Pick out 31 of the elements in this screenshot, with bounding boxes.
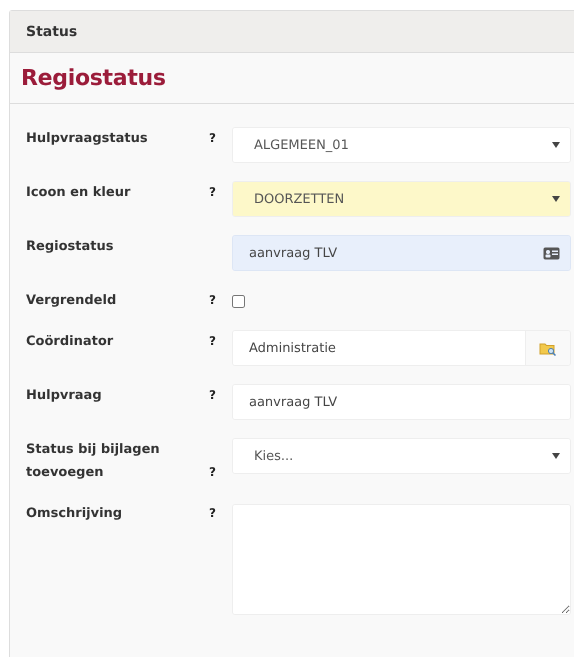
select-field[interactable]: Kies...	[232, 438, 571, 474]
input-field[interactable]: aanvraag TLV	[232, 384, 571, 420]
field-label: Vergrendeld	[26, 292, 116, 310]
checkbox[interactable]	[232, 295, 245, 308]
field-label: Regiostatus	[26, 238, 114, 256]
help-mark[interactable]: ?	[209, 289, 216, 312]
field-label: Hulpvraagstatus	[26, 130, 148, 148]
help-mark[interactable]: ?	[209, 461, 216, 484]
select-field[interactable]: ALGEMEEN_01	[232, 127, 571, 163]
select-field[interactable]: DOORZETTEN	[232, 181, 571, 217]
input-field[interactable]: Administratie	[232, 330, 525, 366]
field-label: Icoon en kleur	[26, 184, 130, 202]
field-label: Omschrijving	[26, 505, 122, 523]
help-mark[interactable]: ?	[209, 384, 216, 407]
folder-search-icon	[539, 340, 557, 356]
field-label: Coördinator	[26, 333, 114, 351]
help-mark[interactable]: ?	[209, 127, 216, 150]
field-label: Hulpvraag	[26, 387, 102, 405]
help-mark[interactable]: ?	[209, 330, 216, 353]
id-card-icon	[543, 246, 560, 260]
lookup-button[interactable]	[525, 330, 571, 366]
panel-title: Status	[26, 24, 78, 40]
section-title: Regiostatus	[21, 66, 166, 90]
text-area[interactable]	[232, 504, 571, 615]
input-field[interactable]: aanvraag TLV	[232, 235, 571, 271]
field-label: Status bij bijlagen toevoegen	[26, 441, 161, 482]
help-mark[interactable]: ?	[209, 181, 216, 204]
help-mark[interactable]: ?	[209, 502, 216, 525]
caret-icon	[552, 453, 560, 459]
caret-icon	[552, 196, 560, 202]
caret-icon	[552, 142, 560, 148]
